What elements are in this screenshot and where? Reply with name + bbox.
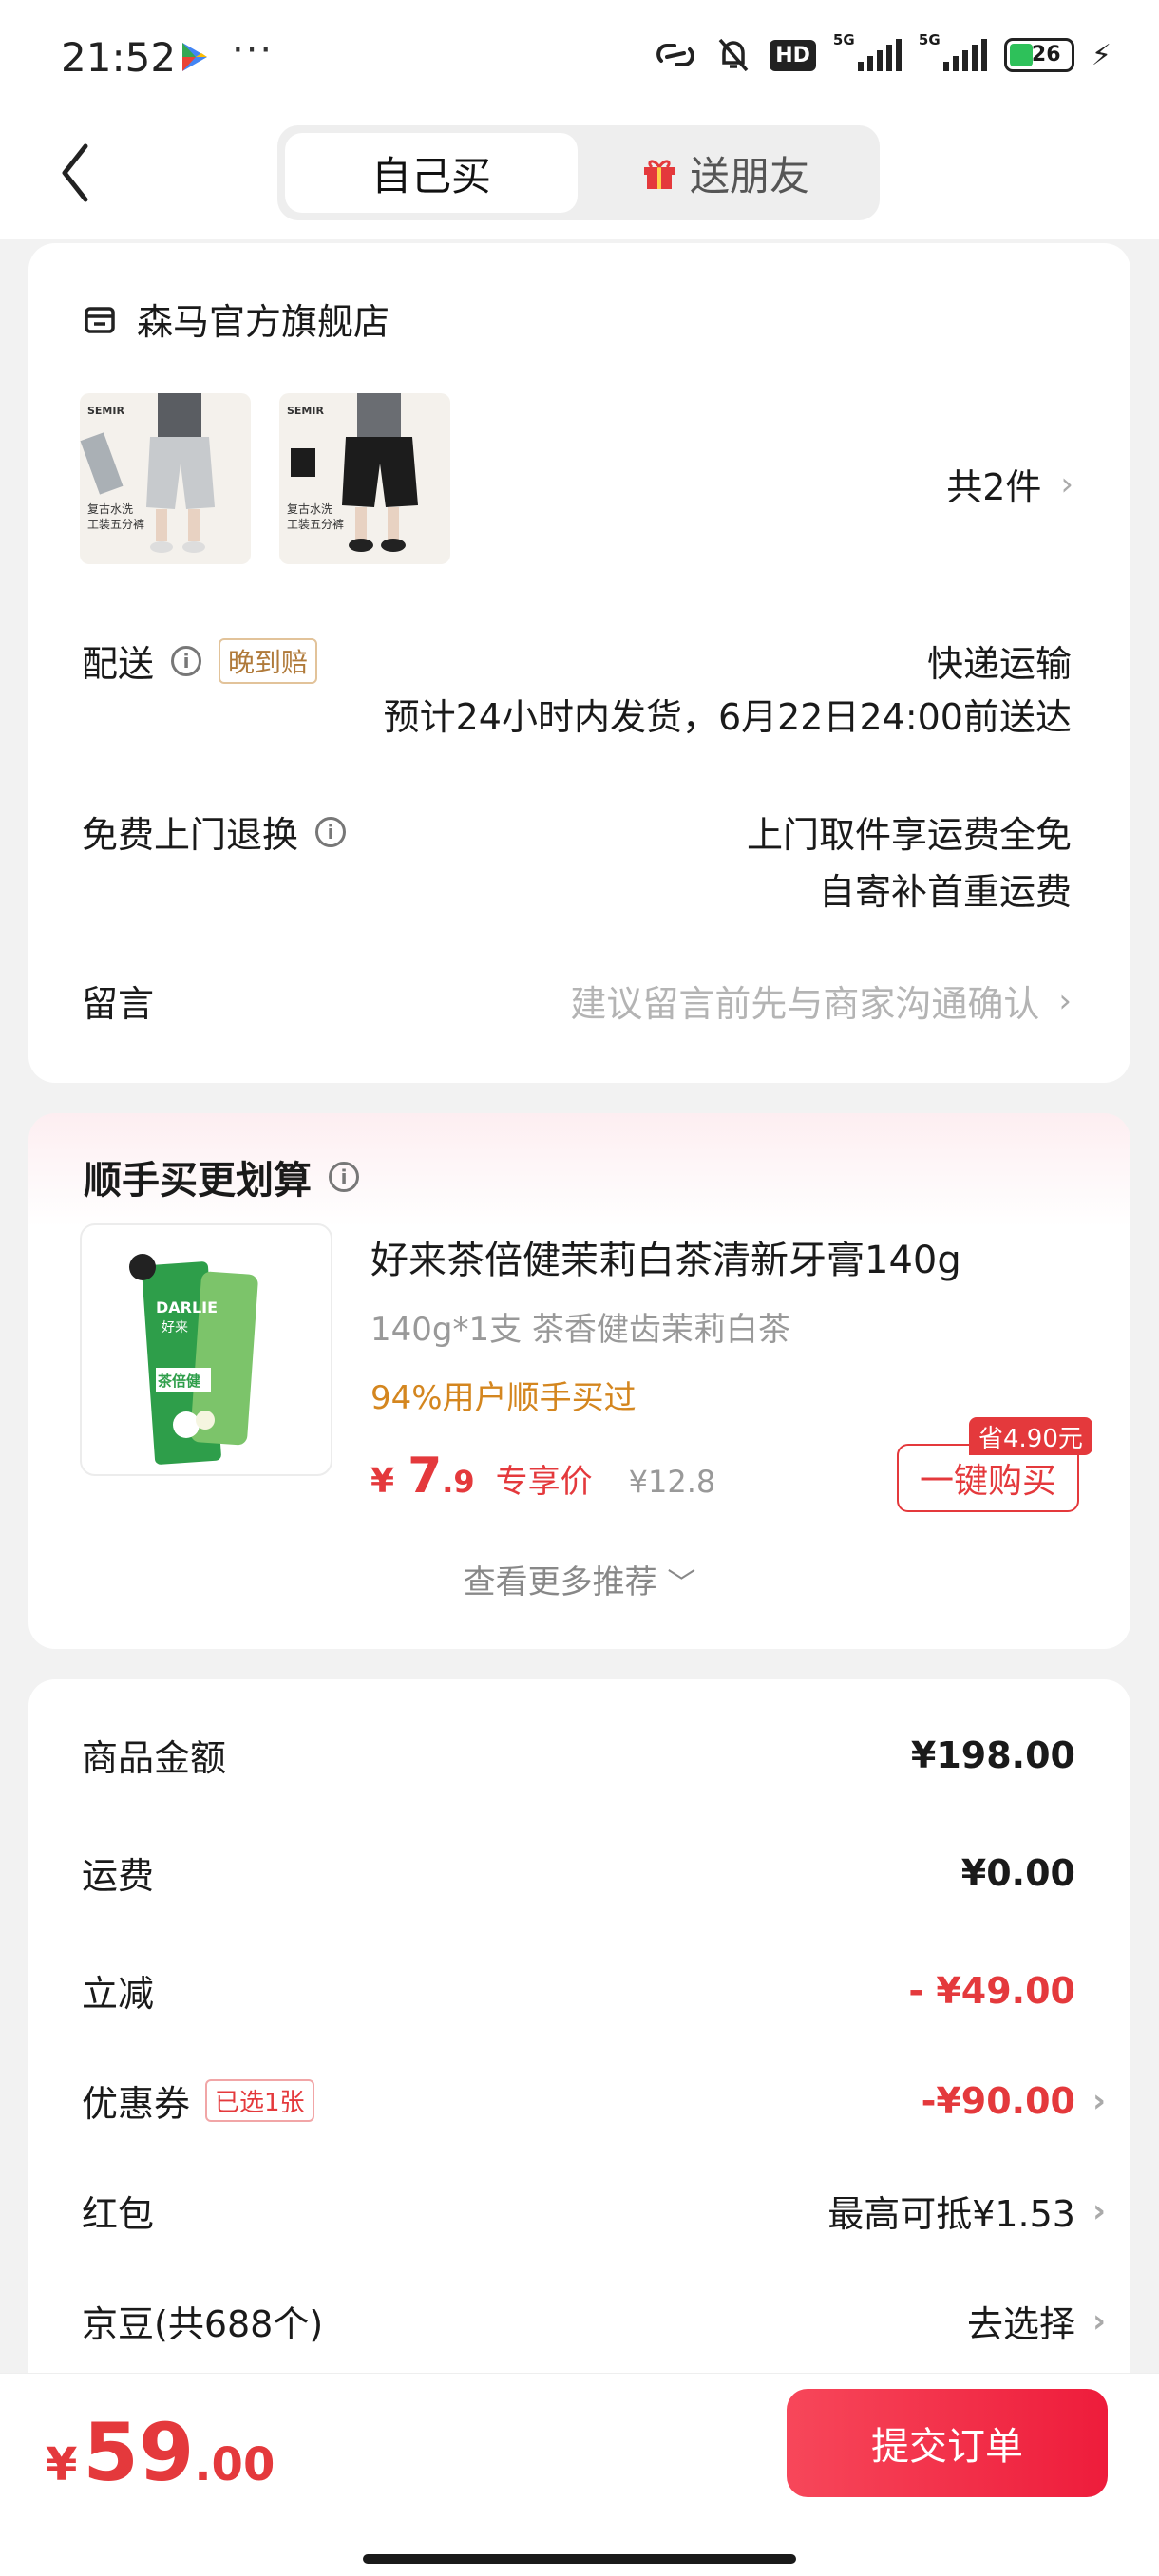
signal-5g-2-icon: 5G [919,31,987,71]
addon-title: 顺手买更划算 [84,1159,312,1203]
chevron-right-icon: › [1092,2191,1106,2230]
svg-text:SEMIR: SEMIR [87,405,124,417]
status-time: 21:52 [61,34,177,81]
jingdou-label: 京豆(共688个) [82,2303,324,2345]
delivery-method: 快递运输 [926,643,1072,685]
coupon-value: -¥90.00 [921,2079,1075,2122]
chevron-right-icon: › [1092,2301,1106,2340]
price-decimal: .9 [442,1464,475,1500]
shipping-value: ¥0.00 [960,1851,1075,1894]
shipping-row: 运费 ¥0.00 [82,1847,1075,1899]
svg-text:工装五分裤: 工装五分裤 [287,518,344,531]
more-notifications-icon: ··· [232,28,275,72]
original-price: ¥12.8 [628,1464,716,1500]
total-price: ¥ 59 .00 [46,2406,275,2499]
info-icon[interactable]: i [329,1162,359,1192]
message-label: 留言 [82,983,155,1025]
svg-text:复古水洗: 复古水洗 [87,502,133,516]
goods-amount-row: 商品金额 ¥198.00 [82,1729,1075,1781]
store-name: 森马官方旗舰店 [137,301,390,343]
price-currency: ¥ [370,1462,395,1501]
info-icon[interactable]: i [315,816,347,847]
header: 自己买 送朋友 [0,114,1159,239]
signal-5g-1-icon: 5G [833,31,902,71]
tab-send-to-friend[interactable]: 送朋友 [578,133,872,213]
instant-discount-label: 立减 [82,1973,155,2015]
coupon-label: 优惠券 [82,2083,191,2125]
jingdou-row[interactable]: 京豆(共688个) 去选择 › [82,2295,1106,2347]
chevron-right-icon: › [1092,2081,1106,2120]
product-thumbnail-2[interactable]: SEMIR 复古水洗 工装五分裤 [279,393,450,564]
chevron-right-icon: › [1058,981,1072,1020]
coupon-selected-badge: 已选1张 [205,2079,314,2122]
chevron-down-icon: ﹀ [667,1567,696,1601]
view-more-label: 查看更多推荐 [463,1563,657,1601]
addon-card: 顺手买更划算 i DARLIE 好来 茶倍健 好来茶倍健茉莉白茶清新牙膏140g… [28,1113,1130,1649]
order-card: 森马官方旗舰店 SEMIR 复古水洗 工装五分裤 SEMIR 复古水洗 工装五分… [28,243,1130,1083]
checkout-bar: ¥ 59 .00 提交订单 [0,2373,1159,2576]
addon-product-image[interactable]: DARLIE 好来 茶倍健 [80,1223,332,1476]
back-arrow-icon[interactable] [53,135,99,211]
svg-text:工装五分裤: 工装五分裤 [87,518,144,531]
submit-order-button[interactable]: 提交订单 [787,2389,1108,2497]
purchase-mode-switch: 自己买 送朋友 [277,125,880,220]
late-compensation-badge: 晚到赔 [218,637,318,684]
battery-icon: 26 [1003,38,1074,72]
info-icon[interactable]: i [171,645,202,676]
red-packet-row[interactable]: 红包 最高可抵¥1.53 › [82,2185,1106,2237]
delivery-label-row: 配送 i 晚到赔 [82,635,318,687]
addon-title-row: 顺手买更划算 i [84,1149,359,1204]
svg-text:SEMIR: SEMIR [287,405,324,417]
delivery-eta: 预计24小时内发货，6月22日24:00前送达 [383,696,1072,738]
svg-text:好来: 好来 [162,1320,188,1335]
svg-text:茶倍健: 茶倍健 [158,1373,200,1390]
red-packet-label: 红包 [82,2193,155,2235]
total-integer: 59 [83,2406,195,2499]
addon-product-spec: 140g*1支 茶香健齿茉莉白茶 [370,1311,790,1349]
total-currency: ¥ [46,2438,78,2491]
message-input[interactable]: 建议留言前先与商家沟通确认 › [570,975,1072,1027]
instant-discount-row: 立减 - ¥49.00 [82,1964,1075,2017]
addon-price-row: ¥ 7 .9 专享价 ¥12.8 [370,1448,715,1505]
total-decimal: .00 [194,2438,276,2491]
svg-text:复古水洗: 复古水洗 [287,502,332,516]
store-header[interactable]: 森马官方旗舰店 [84,293,390,345]
view-more-recommendations[interactable]: 查看更多推荐 ﹀ [28,1556,1130,1602]
addon-product-name[interactable]: 好来茶倍健茉莉白茶清新牙膏140g [370,1229,961,1284]
item-count-label: 共2件 [946,466,1042,508]
return-self-ship: 自寄补首重运费 [818,871,1072,913]
battery-level: 26 [1031,43,1061,66]
goods-amount-value: ¥198.00 [910,1733,1075,1776]
item-count[interactable]: 共2件 › [946,458,1074,510]
tab-buy-for-self[interactable]: 自己买 [285,133,578,213]
svg-text:DARLIE: DARLIE [156,1298,218,1316]
return-label-row: 免费上门退换 i [82,805,347,858]
product-thumbnail-1[interactable]: SEMIR 复古水洗 工装五分裤 [80,393,251,564]
savings-badge: 省4.90元 [969,1417,1092,1455]
play-store-icon [182,43,207,71]
addon-bought-ratio: 94%用户顺手买过 [370,1379,636,1417]
gift-icon [643,160,674,189]
hd-badge: HD [770,39,816,71]
price-integer: 7 [408,1448,443,1505]
return-label: 免费上门退换 [82,814,299,856]
instant-discount-value: - ¥49.00 [908,1969,1075,2012]
link-icon [656,44,695,66]
exclusive-price-label: 专享价 [495,1463,593,1501]
goods-amount-label: 商品金额 [82,1737,227,1779]
charging-icon: ⚡ [1091,38,1112,72]
store-icon [85,306,115,333]
delivery-label: 配送 [82,643,155,685]
status-bar: 21:52 ··· HD 5G 5G 26 ⚡ [0,0,1159,114]
home-indicator[interactable] [363,2554,796,2564]
jingdou-value: 去选择 [966,2303,1075,2345]
message-placeholder: 建议留言前先与商家沟通确认 [570,983,1040,1025]
mute-bell-icon [718,38,749,72]
tab-gift-label: 送朋友 [689,152,809,199]
coupon-row[interactable]: 优惠券 已选1张 -¥90.00 › [82,2074,1106,2127]
return-free-pickup: 上门取件享运费全免 [746,814,1072,856]
chevron-right-icon: › [1060,464,1074,503]
shipping-label: 运费 [82,1855,155,1897]
red-packet-value: 最高可抵¥1.53 [827,2193,1075,2235]
